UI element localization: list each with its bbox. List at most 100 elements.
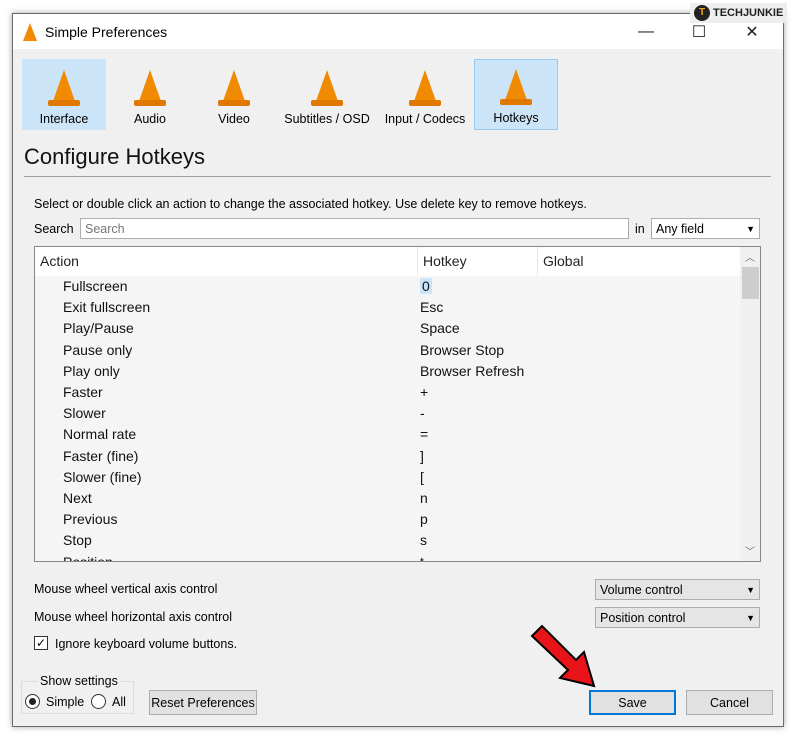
hotkey-cell: + (420, 384, 429, 400)
input-cables-icon (409, 70, 441, 106)
action-cell: Exit fullscreen (63, 299, 151, 316)
hotkey-cell: s (420, 532, 427, 549)
table-body: Fullscreen 0 Exit fullscreen Esc Play/Pause S… (35, 276, 740, 562)
in-label: in (635, 222, 645, 236)
red-arrow-annotation-icon (530, 624, 596, 688)
action-cell: Position (63, 553, 113, 562)
table-row[interactable]: Fullscreen 0 (35, 276, 740, 298)
scroll-down-icon[interactable]: ﹀ (745, 543, 755, 558)
interface-cone-icon (48, 70, 80, 106)
table-row[interactable]: Slower - (35, 403, 740, 425)
dropdown-arrow-icon: ▼ (746, 223, 755, 234)
watermark-text: TECHJUNKIE (713, 7, 784, 19)
dropdown-arrow-icon: ▼ (746, 584, 755, 595)
action-cell: Play only (63, 362, 120, 379)
category-label: Subtitles / OSD (284, 112, 370, 126)
action-cell: Normal rate (63, 426, 137, 443)
subtitles-display-icon (311, 70, 343, 106)
hotkey-cell: Browser Refresh (420, 362, 525, 379)
action-cell: Stop (63, 532, 92, 549)
action-cell: Pause only (63, 341, 133, 358)
category-label: Interface (39, 112, 89, 126)
hotkeys-keyboard-icon (500, 69, 532, 105)
window-title: Simple Preferences (45, 24, 168, 40)
table-row[interactable]: Previous p (35, 509, 740, 531)
divider (24, 176, 771, 177)
vlc-cone-icon (23, 23, 37, 41)
select-value: Position control (600, 610, 686, 625)
table-row[interactable]: Slower (fine) [ (35, 466, 740, 488)
ignore-volume-label: Ignore keyboard volume buttons. (55, 637, 238, 651)
table-row[interactable]: Pause only Browser Stop (35, 339, 740, 361)
search-label: Search (34, 222, 74, 236)
column-header-action[interactable]: Action (35, 247, 418, 275)
simple-label: Simple (46, 695, 85, 709)
cancel-button[interactable]: Cancel (686, 690, 773, 715)
action-cell: Play/Pause (63, 320, 134, 337)
hotkey-cell: Browser Stop (420, 341, 505, 358)
wheel-vertical-select[interactable]: Volume control ▼ (595, 579, 760, 600)
table-row[interactable]: Normal rate = (35, 424, 740, 446)
category-label: Audio (134, 112, 166, 126)
action-cell: Previous (63, 511, 118, 528)
all-radio[interactable] (91, 694, 106, 709)
action-cell: Next (63, 490, 92, 506)
column-header-global[interactable]: Global (538, 247, 740, 275)
hotkey-cell: t (420, 553, 424, 562)
wheel-horizontal-select[interactable]: Position control ▼ (595, 607, 760, 628)
column-header-hotkey[interactable]: Hotkey (418, 247, 538, 275)
category-video[interactable]: Video (192, 59, 276, 130)
dropdown-arrow-icon: ▼ (746, 612, 755, 623)
scrollbar[interactable]: ︿ ﹀ (740, 247, 760, 561)
table-row[interactable]: Next n (35, 488, 740, 510)
hotkey-cell: 0 (420, 278, 432, 294)
category-label: Hotkeys (493, 111, 539, 125)
preferences-window: Simple Preferences — ☐ ✕ Interface Audio… (12, 13, 784, 727)
hotkey-cell: ] (420, 447, 424, 464)
table-row[interactable]: Faster + (35, 382, 740, 404)
all-label: All (112, 695, 126, 709)
techjunkie-watermark: T TECHJUNKIE (690, 3, 788, 23)
video-glasses-icon (218, 70, 250, 106)
table-row[interactable]: Exit fullscreen Esc (35, 297, 740, 319)
simple-radio[interactable] (25, 694, 40, 709)
table-row[interactable]: Stop s (35, 530, 740, 552)
category-label: Video (218, 112, 250, 126)
category-label: Input / Codecs (384, 112, 466, 126)
search-field-select[interactable]: Any field ▼ (651, 218, 760, 239)
category-audio[interactable]: Audio (108, 59, 192, 130)
reset-preferences-button[interactable]: Reset Preferences (149, 690, 257, 715)
wheel-vertical-label: Mouse wheel vertical axis control (34, 582, 218, 596)
select-value: Any field (656, 221, 704, 236)
page-title: Configure Hotkeys (24, 144, 205, 169)
select-value: Volume control (600, 582, 683, 597)
action-cell: Faster (63, 384, 103, 400)
hotkey-cell: - (420, 405, 425, 422)
scroll-up-icon[interactable]: ︿ (745, 249, 755, 264)
table-row[interactable]: Position t (35, 551, 740, 562)
category-hotkeys[interactable]: Hotkeys (474, 59, 558, 130)
table-row[interactable]: Play only Browser Refresh (35, 360, 740, 382)
scroll-thumb[interactable] (742, 267, 759, 299)
hotkey-cell: Esc (420, 299, 444, 316)
techjunkie-logo-icon: T (694, 5, 710, 21)
minimize-button[interactable]: — (623, 14, 669, 49)
show-settings-label: Show settings (38, 674, 120, 688)
category-subtitles-osd[interactable]: Subtitles / OSD (281, 59, 373, 130)
action-cell: Slower (63, 405, 106, 422)
search-input[interactable] (80, 218, 629, 239)
hotkey-cell: Space (420, 320, 460, 337)
hotkeys-table: Action Hotkey Global Fullscreen 0 Exit ful… (34, 246, 761, 562)
audio-headphones-icon (134, 70, 166, 106)
ignore-volume-checkbox[interactable]: ✓ (34, 636, 48, 650)
category-input-codecs[interactable]: Input / Codecs (379, 59, 471, 130)
hotkey-cell: p (420, 511, 428, 528)
action-cell: Faster (fine) (63, 447, 139, 464)
table-row[interactable]: Faster (fine)] (35, 445, 740, 467)
save-button[interactable]: Save (589, 690, 676, 715)
hotkey-cell: n (420, 490, 428, 506)
action-cell: Fullscreen (63, 278, 128, 294)
wheel-horizontal-label: Mouse wheel horizontal axis control (34, 610, 233, 624)
table-row[interactable]: Play/Pause Space (35, 318, 740, 340)
category-interface[interactable]: Interface (22, 59, 106, 130)
